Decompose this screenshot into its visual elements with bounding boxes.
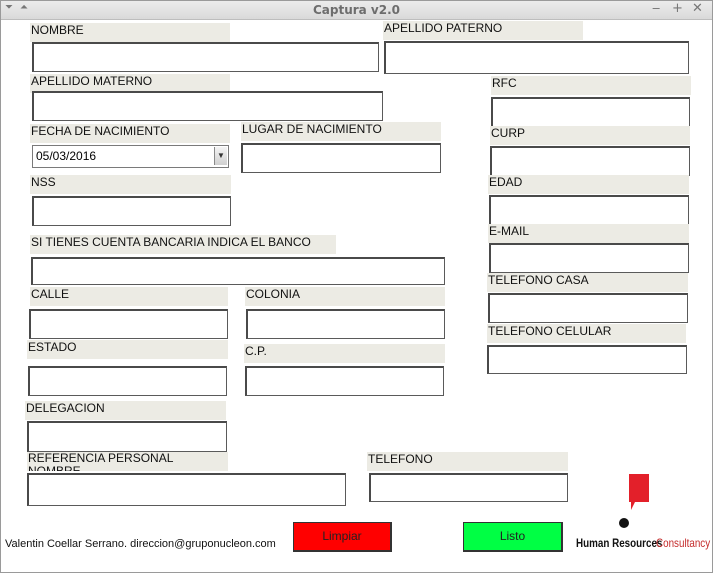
nss-label: NSS [30,175,231,194]
nombre-label: NOMBRE [30,23,230,42]
nombre-field[interactable] [32,42,379,72]
maximize-icon[interactable]: + [672,1,683,16]
logo-text-bold: Human Resources [576,536,663,550]
cp-field[interactable] [245,366,444,396]
referencia-label: REFERENCIA PERSONAL NOMBRE [27,452,228,471]
edad-label: EDAD [488,175,689,194]
delegacion-label: DELEGACION [25,401,226,420]
lugar-nacimiento-label: LUGAR DE NACIMIENTO [241,122,441,141]
footer-credit: Valentin Coellar Serrano. direccion@grup… [5,538,276,550]
telefono-casa-label: TELEFONO CASA [487,273,688,292]
estado-label: ESTADO [27,340,228,359]
hr-consultancy-logo-icon [619,474,649,528]
curp-label: CURP [490,126,690,145]
calle-field[interactable] [29,309,228,339]
apellido-paterno-field[interactable] [384,41,689,74]
fecha-nacimiento-value: 05/03/2016 [36,149,97,163]
edad-field[interactable] [489,195,689,225]
telefono-celular-field[interactable] [487,345,687,374]
email-field[interactable] [489,243,689,273]
apellido-paterno-label: APELLIDO PATERNO [383,21,583,40]
listo-button[interactable]: Listo [463,522,563,552]
telefono-casa-field[interactable] [488,293,688,323]
colonia-label: COLONIA [245,287,445,306]
chevron-down-icon[interactable]: ▼ [214,147,227,165]
telefono-label: TELEFONO [367,452,568,471]
apellido-materno-field[interactable] [32,91,383,121]
nss-field[interactable] [32,196,231,226]
telefono-celular-label: TELEFONO CELULAR [487,324,686,343]
close-icon[interactable]: ✕ [692,1,703,16]
cp-label: C.P. [244,344,445,363]
fecha-nacimiento-combo[interactable]: 05/03/2016 ▼ [32,145,229,168]
minimize-icon[interactable]: ‒ [652,1,660,16]
app-window: ⏷ ⏶ Captura v2.0 ‒ + ✕ NOMBRE APELLIDO P… [0,0,713,573]
logo-text-accent: Consultancy [656,536,711,550]
delegacion-field[interactable] [27,421,227,452]
calle-label: CALLE [30,287,228,306]
limpiar-button[interactable]: Limpiar [293,522,392,552]
lugar-nacimiento-field[interactable] [241,143,441,173]
email-label: E-MAIL [488,224,689,243]
banco-field[interactable] [31,257,445,285]
window-title: Captura v2.0 [312,3,401,17]
banco-label: SI TIENES CUENTA BANCARIA INDICA EL BANC… [30,235,336,254]
colonia-field[interactable] [246,309,445,339]
title-bar: ⏷ ⏶ Captura v2.0 ‒ + ✕ [1,1,712,20]
telefono-field[interactable] [369,473,568,502]
curp-field[interactable] [490,146,690,176]
rfc-label: RFC [491,76,691,95]
estado-field[interactable] [28,366,227,396]
referencia-nombre-field[interactable] [27,473,346,506]
fecha-nacimiento-label: FECHA DE NACIMIENTO [30,124,230,143]
rfc-field[interactable] [491,97,690,127]
